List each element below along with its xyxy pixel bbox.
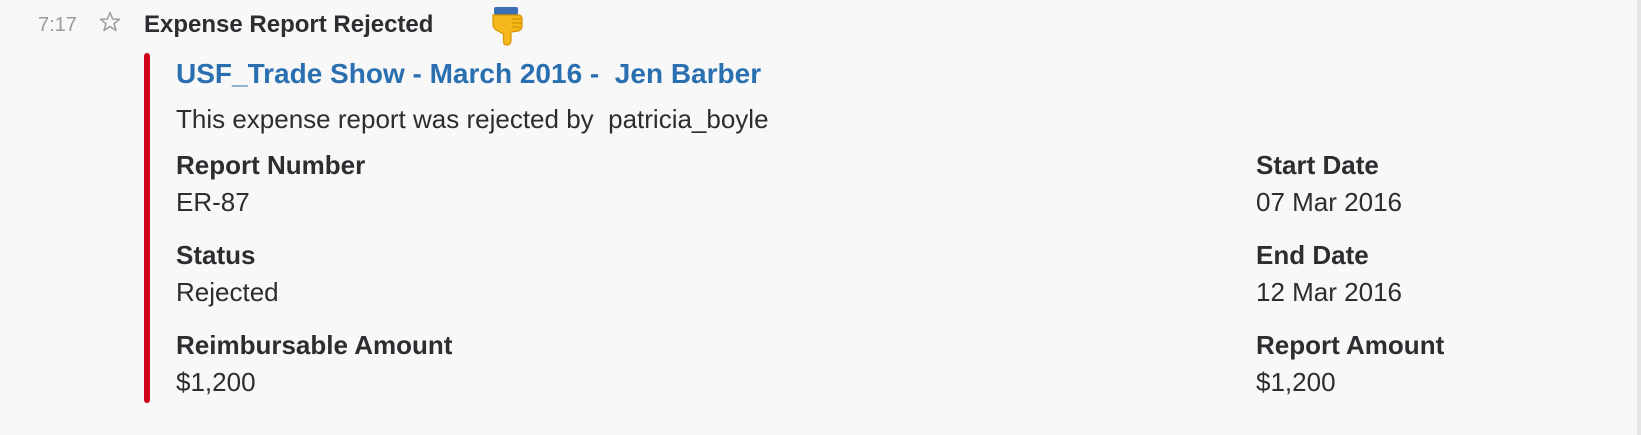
field-label-report-amount: Report Amount	[1256, 330, 1445, 360]
field-value-start-date: 07 Mar 2016	[1256, 187, 1402, 217]
star-outline-icon[interactable]	[98, 10, 122, 34]
field-label-start-date: Start Date	[1256, 150, 1379, 180]
field-value-report-amount: $1,200	[1256, 367, 1336, 397]
field-value-end-date: 12 Mar 2016	[1256, 277, 1402, 307]
rejected-by-text: This expense report was rejected by	[176, 104, 594, 134]
scrollbar-track[interactable]	[1637, 0, 1641, 435]
attachment-accent-bar	[144, 53, 150, 403]
attachment-description: This expense report was rejected by patr…	[176, 104, 769, 135]
field-label-end-date: End Date	[1256, 240, 1369, 270]
field-value-report-number: ER-87	[176, 187, 250, 217]
field-value-status: Rejected	[176, 277, 279, 307]
report-title-link[interactable]: USF_Trade Show - March 2016 - Jen Barber	[176, 58, 761, 90]
message-title: Expense Report Rejected	[144, 11, 434, 38]
field-label-reimbursable-amount: Reimbursable Amount	[176, 330, 453, 360]
field-label-report-number: Report Number	[176, 150, 366, 180]
field-label-status: Status	[176, 240, 256, 270]
rejected-by-user[interactable]: patricia_boyle	[608, 104, 768, 134]
message-timestamp[interactable]: 7:17	[38, 14, 77, 37]
field-value-reimbursable-amount: $1,200	[176, 367, 256, 397]
message-page: 7:17 Expense Report Rejected USF_Trade S…	[0, 0, 1641, 435]
thumbs-down-icon	[485, 4, 529, 48]
